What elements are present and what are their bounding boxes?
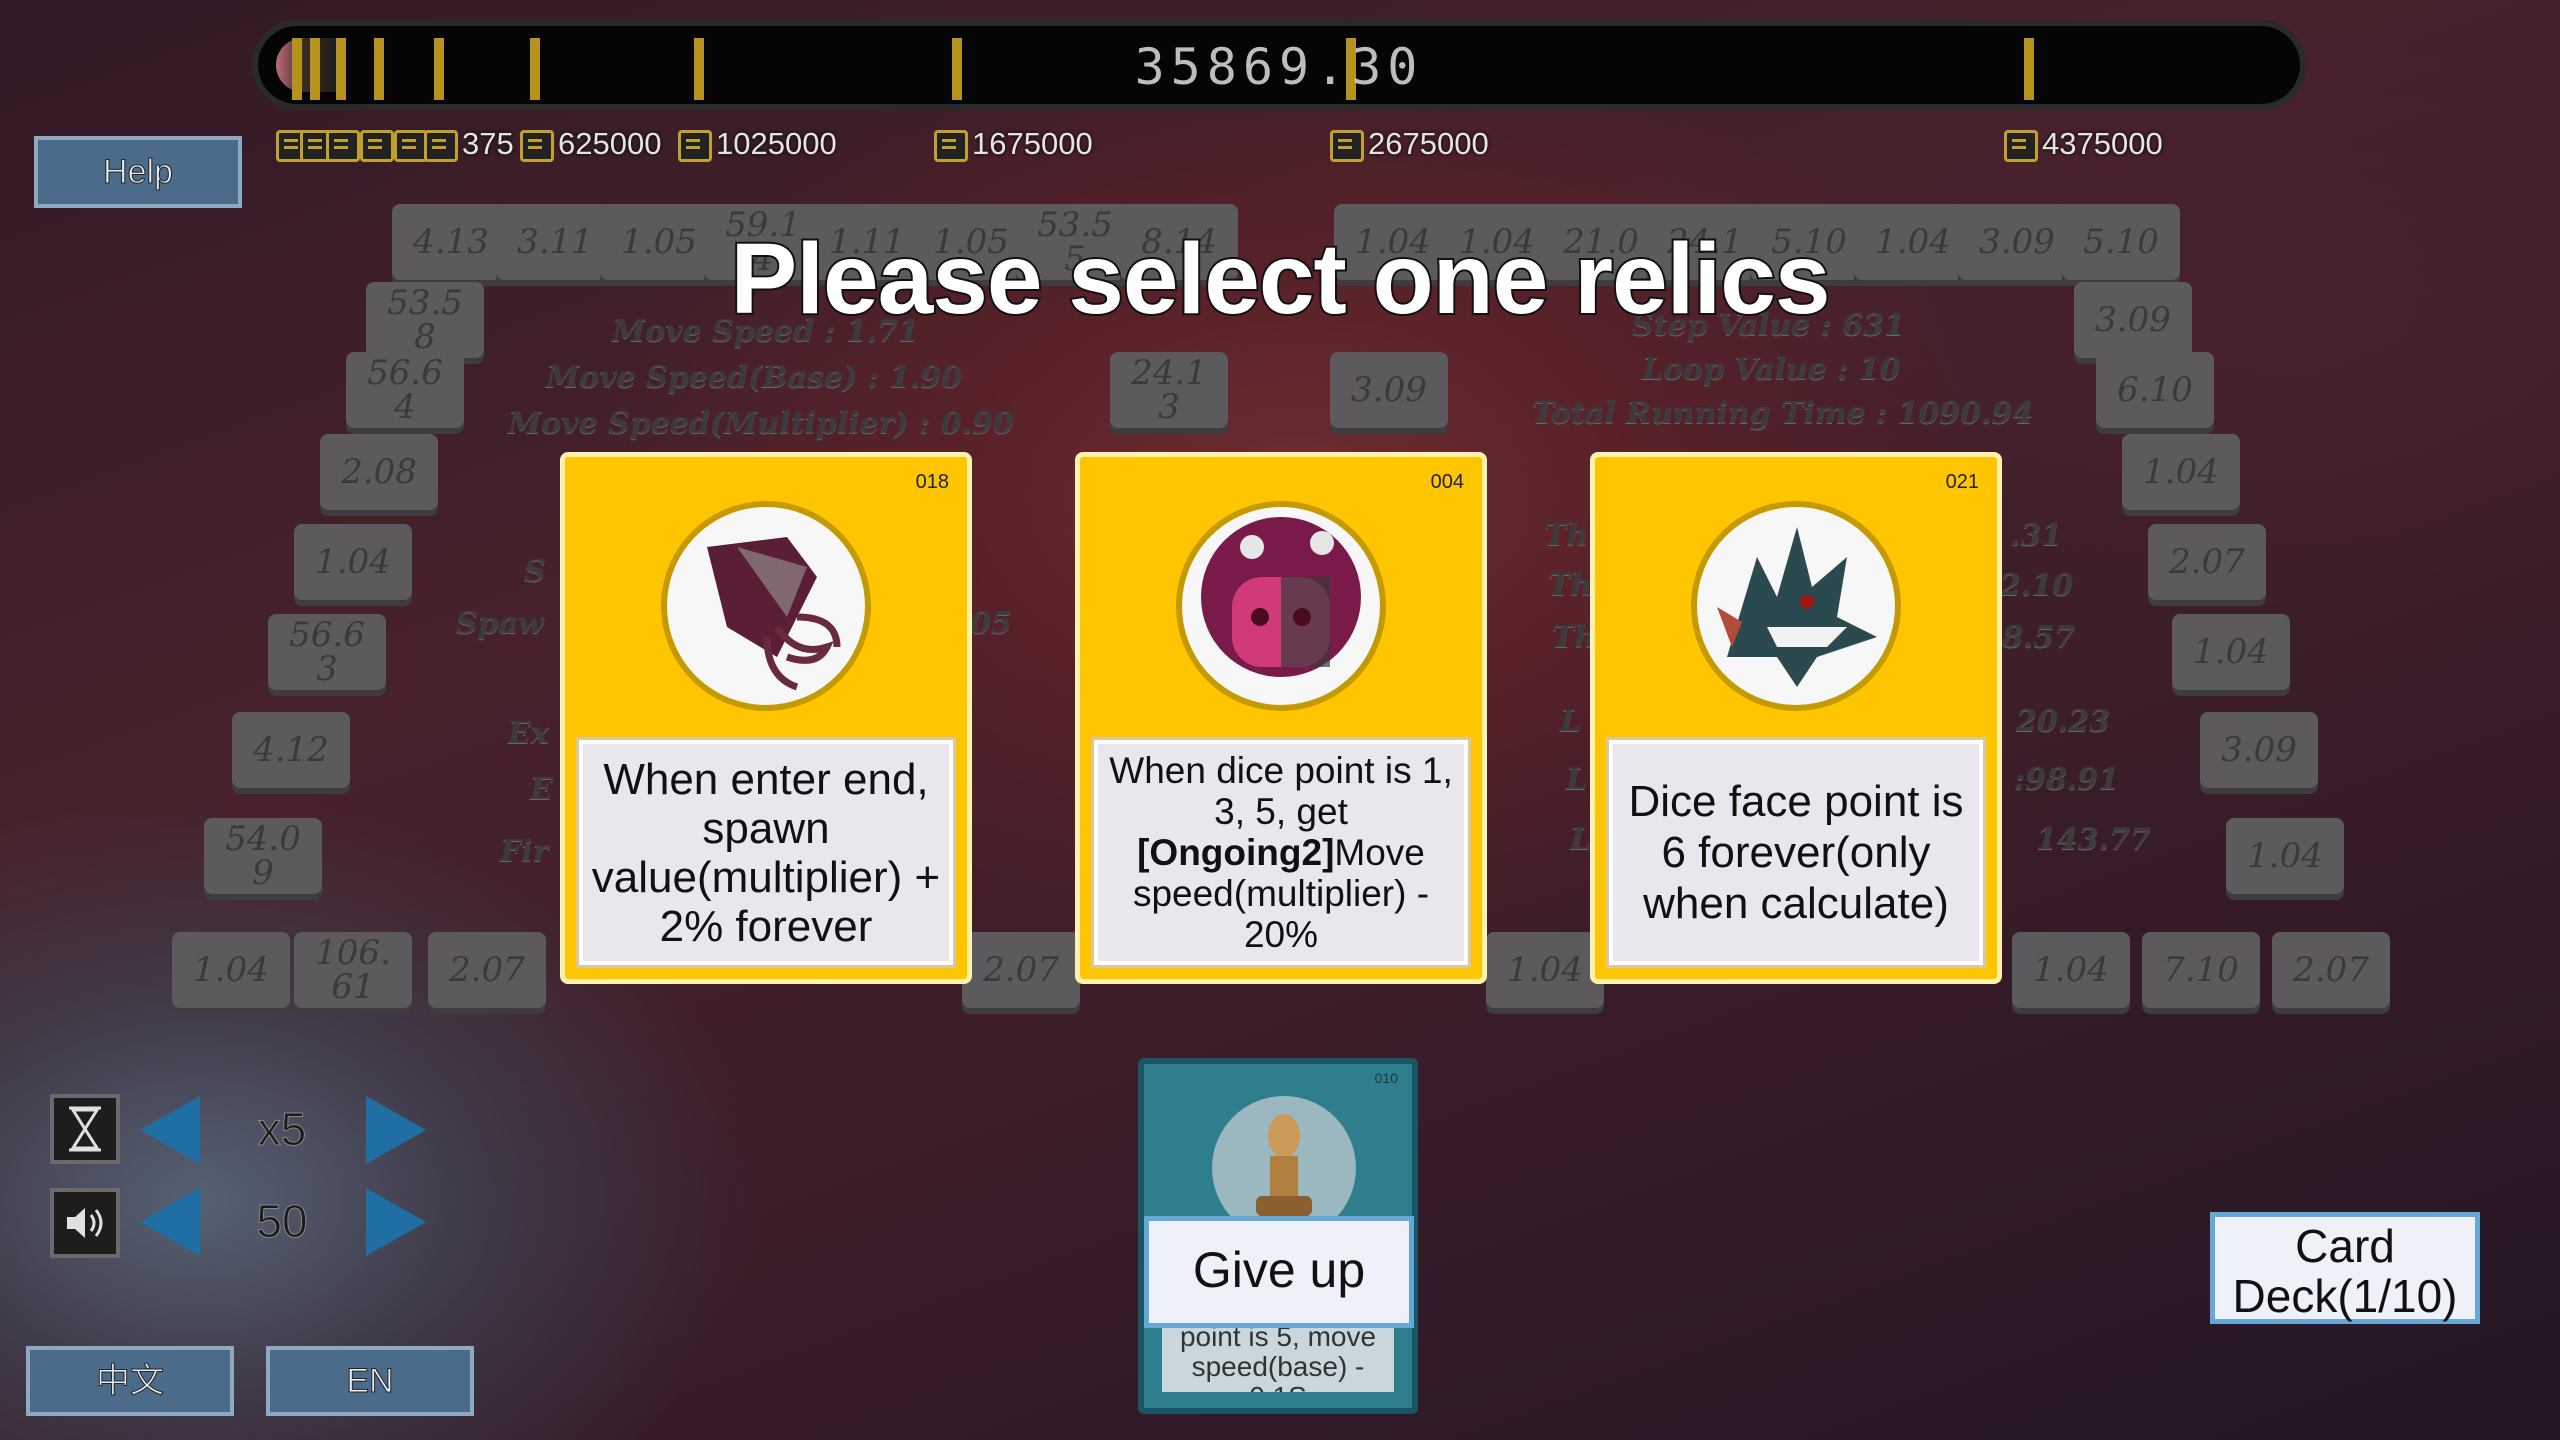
chat-icon (2004, 129, 2038, 162)
board-tile: 2.07 (2148, 524, 2266, 600)
card-deck-button[interactable]: Card Deck(1/10) (2210, 1212, 2480, 1324)
milestone-marker (360, 126, 398, 162)
stat-partial-value: 8.57 (2002, 620, 2076, 655)
chat-icon (520, 129, 554, 162)
board-tile: 2.07 (2272, 932, 2390, 1008)
chat-icon (424, 129, 458, 162)
board-tile: 24.1 3 (1110, 352, 1228, 428)
relic-card[interactable]: 021 Dice face point is 6 forever(only wh… (1590, 452, 2002, 984)
deck-card-text: point is 5, move speed(base) - 0.1S (1162, 1322, 1394, 1392)
board-tile: 6.10 (2096, 352, 2214, 428)
score-value: 35869.30 (1134, 38, 1424, 96)
language-english-button[interactable]: EN (266, 1346, 474, 1416)
board-tile: 1.04 (1486, 932, 1604, 1008)
chat-icon (326, 129, 360, 162)
dragon-icon (1691, 501, 1901, 711)
chat-icon (394, 129, 428, 162)
board-tile: 2.07 (962, 932, 1080, 1008)
stat-partial: L (1570, 822, 1592, 857)
board-tile: 1.04 (2012, 932, 2130, 1008)
board-tile: 54.0 9 (204, 818, 322, 894)
page-title: Please select one relics (729, 221, 1833, 337)
volume-value: 50 (256, 1195, 308, 1248)
hourglass-icon (50, 1094, 120, 1164)
help-button[interactable]: Help (34, 136, 242, 208)
stat-partial: Spaw (456, 606, 544, 641)
milestone-marker: 375 (424, 126, 514, 162)
chat-icon (360, 129, 394, 162)
volume-decrease-button[interactable] (140, 1188, 200, 1256)
board-tile: 56.6 4 (346, 352, 464, 428)
stat-partial: Th (1544, 518, 1589, 553)
milestone-marker: 4375000 (2004, 126, 2163, 162)
stat-partial: Th (1548, 568, 1593, 603)
board-tile: 1.04 (2122, 434, 2240, 510)
board-tile: 56.6 3 (268, 614, 386, 690)
give-up-button[interactable]: Give up (1144, 1216, 1414, 1328)
stat-partial: Fir (500, 834, 549, 869)
speed-decrease-button[interactable] (140, 1096, 200, 1164)
milestone-marker: 1025000 (678, 126, 837, 162)
board-tile: 1.04 (2226, 818, 2344, 894)
card-id: 018 (915, 471, 949, 493)
speaker-icon (50, 1188, 120, 1258)
speed-value: x5 (257, 1103, 307, 1156)
card-description: When enter end, spawn value(multiplier) … (576, 737, 956, 968)
board-tile: 7.10 (2142, 932, 2260, 1008)
stat-partial-value: 143.77 (2036, 822, 2151, 857)
board-tile: 1.04 (294, 524, 412, 600)
stat-partial-value: 20.23 (2016, 704, 2110, 739)
stat-partial-value: :98.91 (2014, 762, 2120, 797)
card-description: Dice face point is 6 forever(only when c… (1606, 737, 1986, 968)
chat-icon (678, 129, 712, 162)
speed-increase-button[interactable] (366, 1096, 426, 1164)
stat-loop-value: Loop Value : 10 (1642, 352, 1901, 387)
board-tile: 2.08 (320, 434, 438, 510)
card-id: 004 (1430, 471, 1464, 493)
board-tile: 4.12 (232, 712, 350, 788)
chat-icon (934, 129, 968, 162)
board-tile: 3.09 (2200, 712, 2318, 788)
stat-move-speed-multiplier: Move Speed(Multiplier) : 0.90 (508, 406, 1014, 441)
relic-card[interactable]: 004 When dice point is 1, 3, 5, get [Ong… (1075, 452, 1487, 984)
relic-card[interactable]: 018 When enter end, spawn value(multipli… (560, 452, 972, 984)
stat-partial: E (530, 772, 553, 807)
card-id: 010 (1374, 1070, 1398, 1086)
stat-partial: L (1566, 762, 1588, 797)
milestone-marker: 1675000 (934, 126, 1093, 162)
stat-partial: Ex (508, 716, 549, 751)
stat-partial-value: 05 (970, 606, 1012, 641)
board-tile: 1.04 (172, 932, 290, 1008)
stat-partial-value: .31 (2010, 518, 2063, 553)
board-tile: 2.07 (428, 932, 546, 1008)
card-id: 021 (1945, 471, 1979, 493)
stat-partial: L (1560, 704, 1582, 739)
stat-partial-value: 2.10 (2000, 568, 2074, 603)
language-chinese-button[interactable]: 中文 (26, 1346, 234, 1416)
milestone-marker (326, 126, 364, 162)
squid-icon (661, 501, 871, 711)
stat-partial: S (524, 554, 546, 589)
stat-move-speed-base: Move Speed(Base) : 1.90 (546, 360, 963, 395)
milestone-marker: 2675000 (1330, 126, 1489, 162)
stat-total-running-time: Total Running Time : 1090.94 (1532, 396, 2034, 431)
board-tile: 3.09 (1330, 352, 1448, 428)
chat-icon (1330, 129, 1364, 162)
board-tile: 106. 61 (294, 932, 412, 1008)
board-tile: 1.04 (2172, 614, 2290, 690)
milestone-marker: 625000 (520, 126, 661, 162)
card-description: When dice point is 1, 3, 5, get [Ongoing… (1091, 737, 1471, 968)
pink-character-icon (1176, 501, 1386, 711)
score-progress-bar: 35869.30 (252, 20, 2306, 110)
volume-increase-button[interactable] (366, 1188, 426, 1256)
